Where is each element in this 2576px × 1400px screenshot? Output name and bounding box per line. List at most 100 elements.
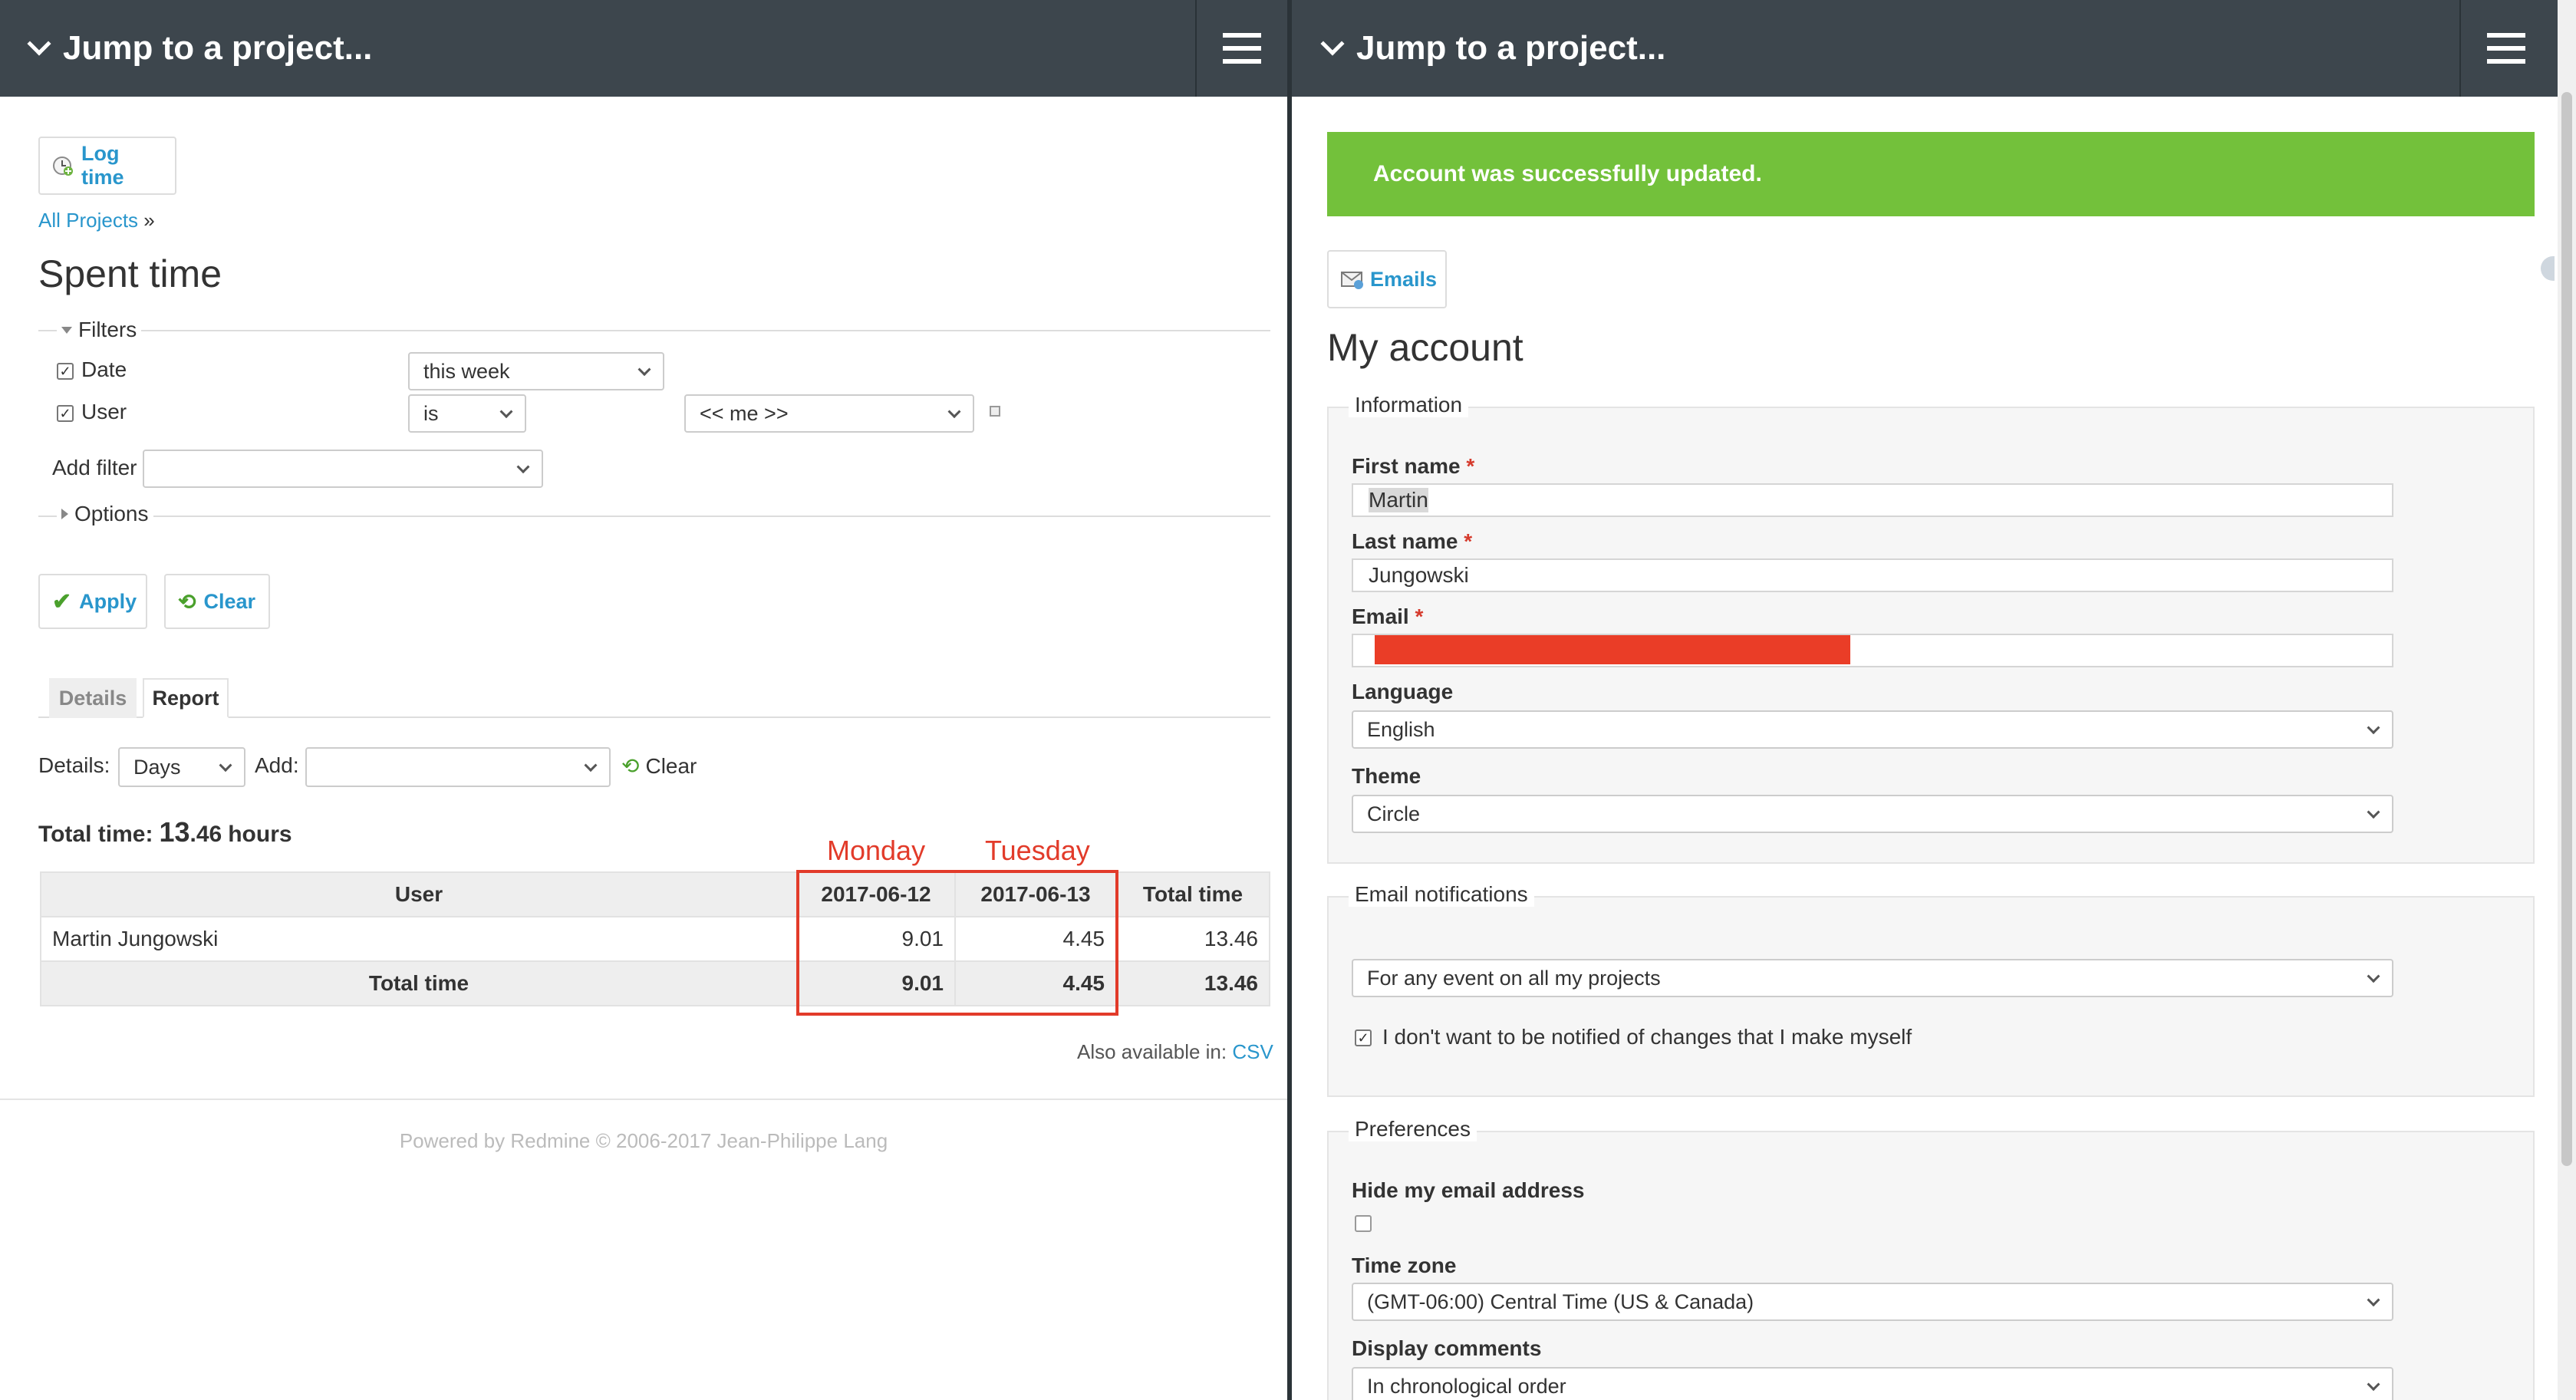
date-filter-checkbox[interactable]: ✓ — [57, 363, 74, 380]
sidebar-toggle-icon[interactable] — [2541, 256, 2555, 281]
first-name-label: First name * — [1352, 454, 1475, 478]
top-bar: Jump to a project... — [1292, 0, 2576, 97]
expanded-triangle-icon — [61, 326, 72, 334]
caret-down-icon — [219, 759, 232, 772]
caret-down-icon — [516, 460, 530, 474]
user-value-select[interactable]: << me >> — [684, 394, 974, 433]
csv-export-link[interactable]: CSV — [1232, 1040, 1273, 1063]
breadcrumb-separator: » — [143, 209, 155, 232]
date-filter-select[interactable]: this week — [408, 352, 664, 390]
language-select[interactable]: English — [1352, 710, 2393, 749]
language-label: Language — [1352, 680, 1454, 703]
hamburger-menu-icon[interactable] — [2459, 0, 2551, 97]
last-name-label: Last name * — [1352, 529, 1473, 553]
project-jump-label: Jump to a project... — [1356, 29, 1666, 67]
email-notifications-legend: Email notifications — [1349, 882, 1534, 907]
flash-notice: Account was successfully updated. — [1327, 132, 2535, 216]
email-notifications-value: For any event on all my projects — [1367, 966, 1661, 990]
display-comments-select[interactable]: In chronological order — [1352, 1367, 2393, 1400]
apply-button[interactable]: ✔ Apply — [38, 574, 147, 629]
chevron-down-icon — [27, 31, 51, 56]
reload-icon: ⟲ — [178, 589, 196, 614]
redacted-email-value — [1375, 635, 1850, 664]
emails-label: Emails — [1370, 267, 1438, 291]
clock-add-icon — [52, 155, 74, 176]
footer-divider — [0, 1099, 1287, 1100]
total-time-summary: Total time: 13.46 hours — [38, 816, 292, 848]
hamburger-menu-icon[interactable] — [1195, 0, 1287, 97]
add-criteria-label: Add: — [255, 753, 299, 777]
tab-report[interactable]: Report — [143, 678, 229, 718]
add-filter-select[interactable] — [143, 450, 543, 488]
caret-down-icon — [584, 759, 598, 772]
caret-down-icon — [2367, 1293, 2380, 1307]
first-name-value: Martin — [1369, 488, 1428, 512]
footer-text: Powered by Redmine © 2006-2017 Jean-Phil… — [399, 1129, 888, 1152]
options-toggle[interactable]: Options — [57, 502, 153, 526]
add-filter-label: Add filter — [52, 456, 137, 479]
no-self-notified-checkbox[interactable]: ✓ — [1355, 1029, 1372, 1046]
date-filter-label: Date — [81, 357, 127, 381]
total-time-hours-dec: .46 — [189, 822, 222, 847]
first-name-field[interactable]: Martin — [1352, 483, 2393, 517]
details-label: Details: — [38, 753, 110, 777]
no-self-notified-label: I don't want to be notified of changes t… — [1382, 1025, 1912, 1049]
caret-down-icon — [637, 363, 651, 377]
total-time-hours-int: 13 — [159, 816, 190, 848]
total-time-label: Total time: — [38, 822, 153, 847]
information-legend: Information — [1349, 393, 1469, 417]
project-jump-button[interactable]: Jump to a project... — [1320, 0, 1666, 97]
user-value: << me >> — [700, 401, 789, 425]
user-filter-checkbox[interactable]: ✓ — [57, 405, 74, 422]
right-pane: Jump to a project... Account was success… — [1292, 0, 2576, 1400]
total-cell: 13.46 — [1115, 916, 1270, 962]
display-comments-value: In chronological order — [1367, 1374, 1566, 1398]
annotation-monday: Monday — [827, 835, 926, 866]
also-available: Also available in: CSV — [1077, 1040, 1273, 1064]
project-jump-button[interactable]: Jump to a project... — [27, 0, 373, 97]
clear-button[interactable]: ⟲ Clear — [164, 574, 270, 629]
add-criteria-select[interactable] — [305, 747, 611, 787]
date-filter-value: this week — [423, 359, 510, 383]
time-zone-label: Time zone — [1352, 1253, 1457, 1277]
filters-legend: Filters — [78, 318, 137, 341]
caret-down-icon — [947, 405, 961, 419]
hide-mail-checkbox[interactable] — [1355, 1215, 1372, 1232]
scrollbar[interactable] — [2558, 0, 2576, 1400]
caret-down-icon — [2367, 970, 2380, 983]
chevron-down-icon — [1320, 31, 1345, 56]
filters-divider — [38, 330, 1270, 331]
scrollbar-thumb[interactable] — [2561, 92, 2572, 1166]
criteria-clear-link[interactable]: ⟲ Clear — [621, 753, 697, 779]
clear-label: Clear — [203, 589, 256, 613]
log-time-button[interactable]: Log time — [38, 137, 176, 195]
toggle-multiselect-icon[interactable] — [990, 406, 1000, 417]
caret-down-icon — [2367, 805, 2380, 819]
user-operator-value: is — [423, 401, 439, 425]
last-name-value: Jungowski — [1369, 563, 1469, 587]
breadcrumb-all-projects-link[interactable]: All Projects — [38, 209, 138, 232]
user-cell: Martin Jungowski — [40, 916, 798, 962]
apply-label: Apply — [79, 589, 137, 613]
tab-details[interactable]: Details — [49, 678, 137, 718]
user-operator-select[interactable]: is — [408, 394, 526, 433]
column-header-total: Total time — [1115, 871, 1270, 917]
theme-select[interactable]: Circle — [1352, 795, 2393, 833]
breadcrumb: All Projects » — [38, 209, 155, 232]
caret-down-icon — [2367, 721, 2380, 735]
annotation-tuesday: Tuesday — [985, 835, 1090, 866]
page-title: Spent time — [38, 252, 222, 295]
annotation-highlight-box — [796, 870, 1118, 1016]
filters-toggle[interactable]: Filters — [57, 318, 142, 342]
project-jump-label: Jump to a project... — [63, 29, 373, 67]
last-name-field[interactable]: Jungowski — [1352, 558, 2393, 592]
theme-label: Theme — [1352, 764, 1421, 788]
time-zone-select[interactable]: (GMT-06:00) Central Time (US & Canada) — [1352, 1283, 2393, 1321]
caret-down-icon — [499, 405, 513, 419]
page-title: My account — [1327, 326, 1524, 369]
theme-value: Circle — [1367, 802, 1421, 825]
details-select[interactable]: Days — [118, 747, 245, 787]
email-notifications-select[interactable]: For any event on all my projects — [1352, 959, 2393, 997]
column-header-user: User — [40, 871, 798, 917]
emails-button[interactable]: Emails — [1327, 250, 1447, 308]
